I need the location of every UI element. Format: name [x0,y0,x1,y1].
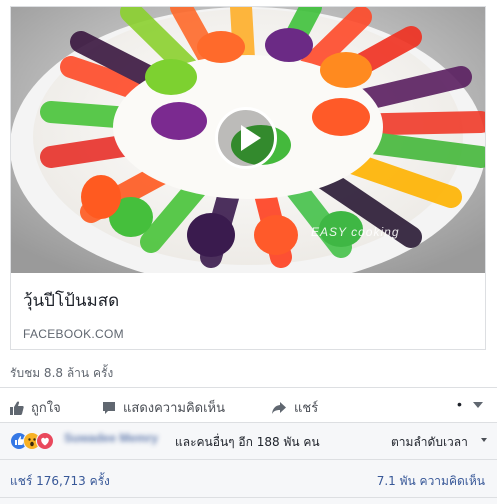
comment-label: แสดงความคิดเห็น [123,401,226,416]
thumbs-up-icon [10,400,24,415]
divider [0,497,497,498]
divider [0,387,497,388]
reaction-icons[interactable] [10,432,62,450]
share-label: แชร์ [294,401,319,416]
divider [0,422,497,423]
video-watermark: EASY cooking [311,225,400,239]
link-domain: FACEBOOK.COM [23,327,124,341]
play-button[interactable] [215,107,277,169]
view-count: รับชม 8.8 ล้าน ครั้ง [10,366,114,380]
link-title[interactable]: วุ้นปีโป้นมสด [23,287,119,314]
chevron-down-icon[interactable] [473,402,483,408]
comment-icon [103,401,115,414]
blurred-reactor-name[interactable]: Suwadee Memry [64,431,170,449]
divider [0,459,497,460]
love-reaction-icon [36,432,54,450]
share-button[interactable]: แชร์ [271,397,318,418]
audience-dot-icon[interactable]: • [457,396,462,412]
comment-count[interactable]: 7.1 พัน ความคิดเห็น [377,472,485,491]
like-button[interactable]: ถูกใจ [10,397,61,418]
video-thumbnail[interactable]: EASY cooking [11,7,485,273]
comment-sort-dropdown[interactable]: ตามลำดับเวลา [391,433,468,452]
share-arrow-icon [272,401,286,414]
comment-button[interactable]: แสดงความคิดเห็น [102,397,225,418]
reactions-summary[interactable]: และคนอื่นๆ อีก 188 พัน คน [175,433,320,452]
like-label: ถูกใจ [31,401,61,416]
share-count[interactable]: แชร์ 176,713 ครั้ง [10,472,110,491]
shared-link-card[interactable]: EASY cooking วุ้นปีโป้นมสด FACEBOOK.COM [10,6,486,350]
sort-caret-icon[interactable] [481,438,487,442]
